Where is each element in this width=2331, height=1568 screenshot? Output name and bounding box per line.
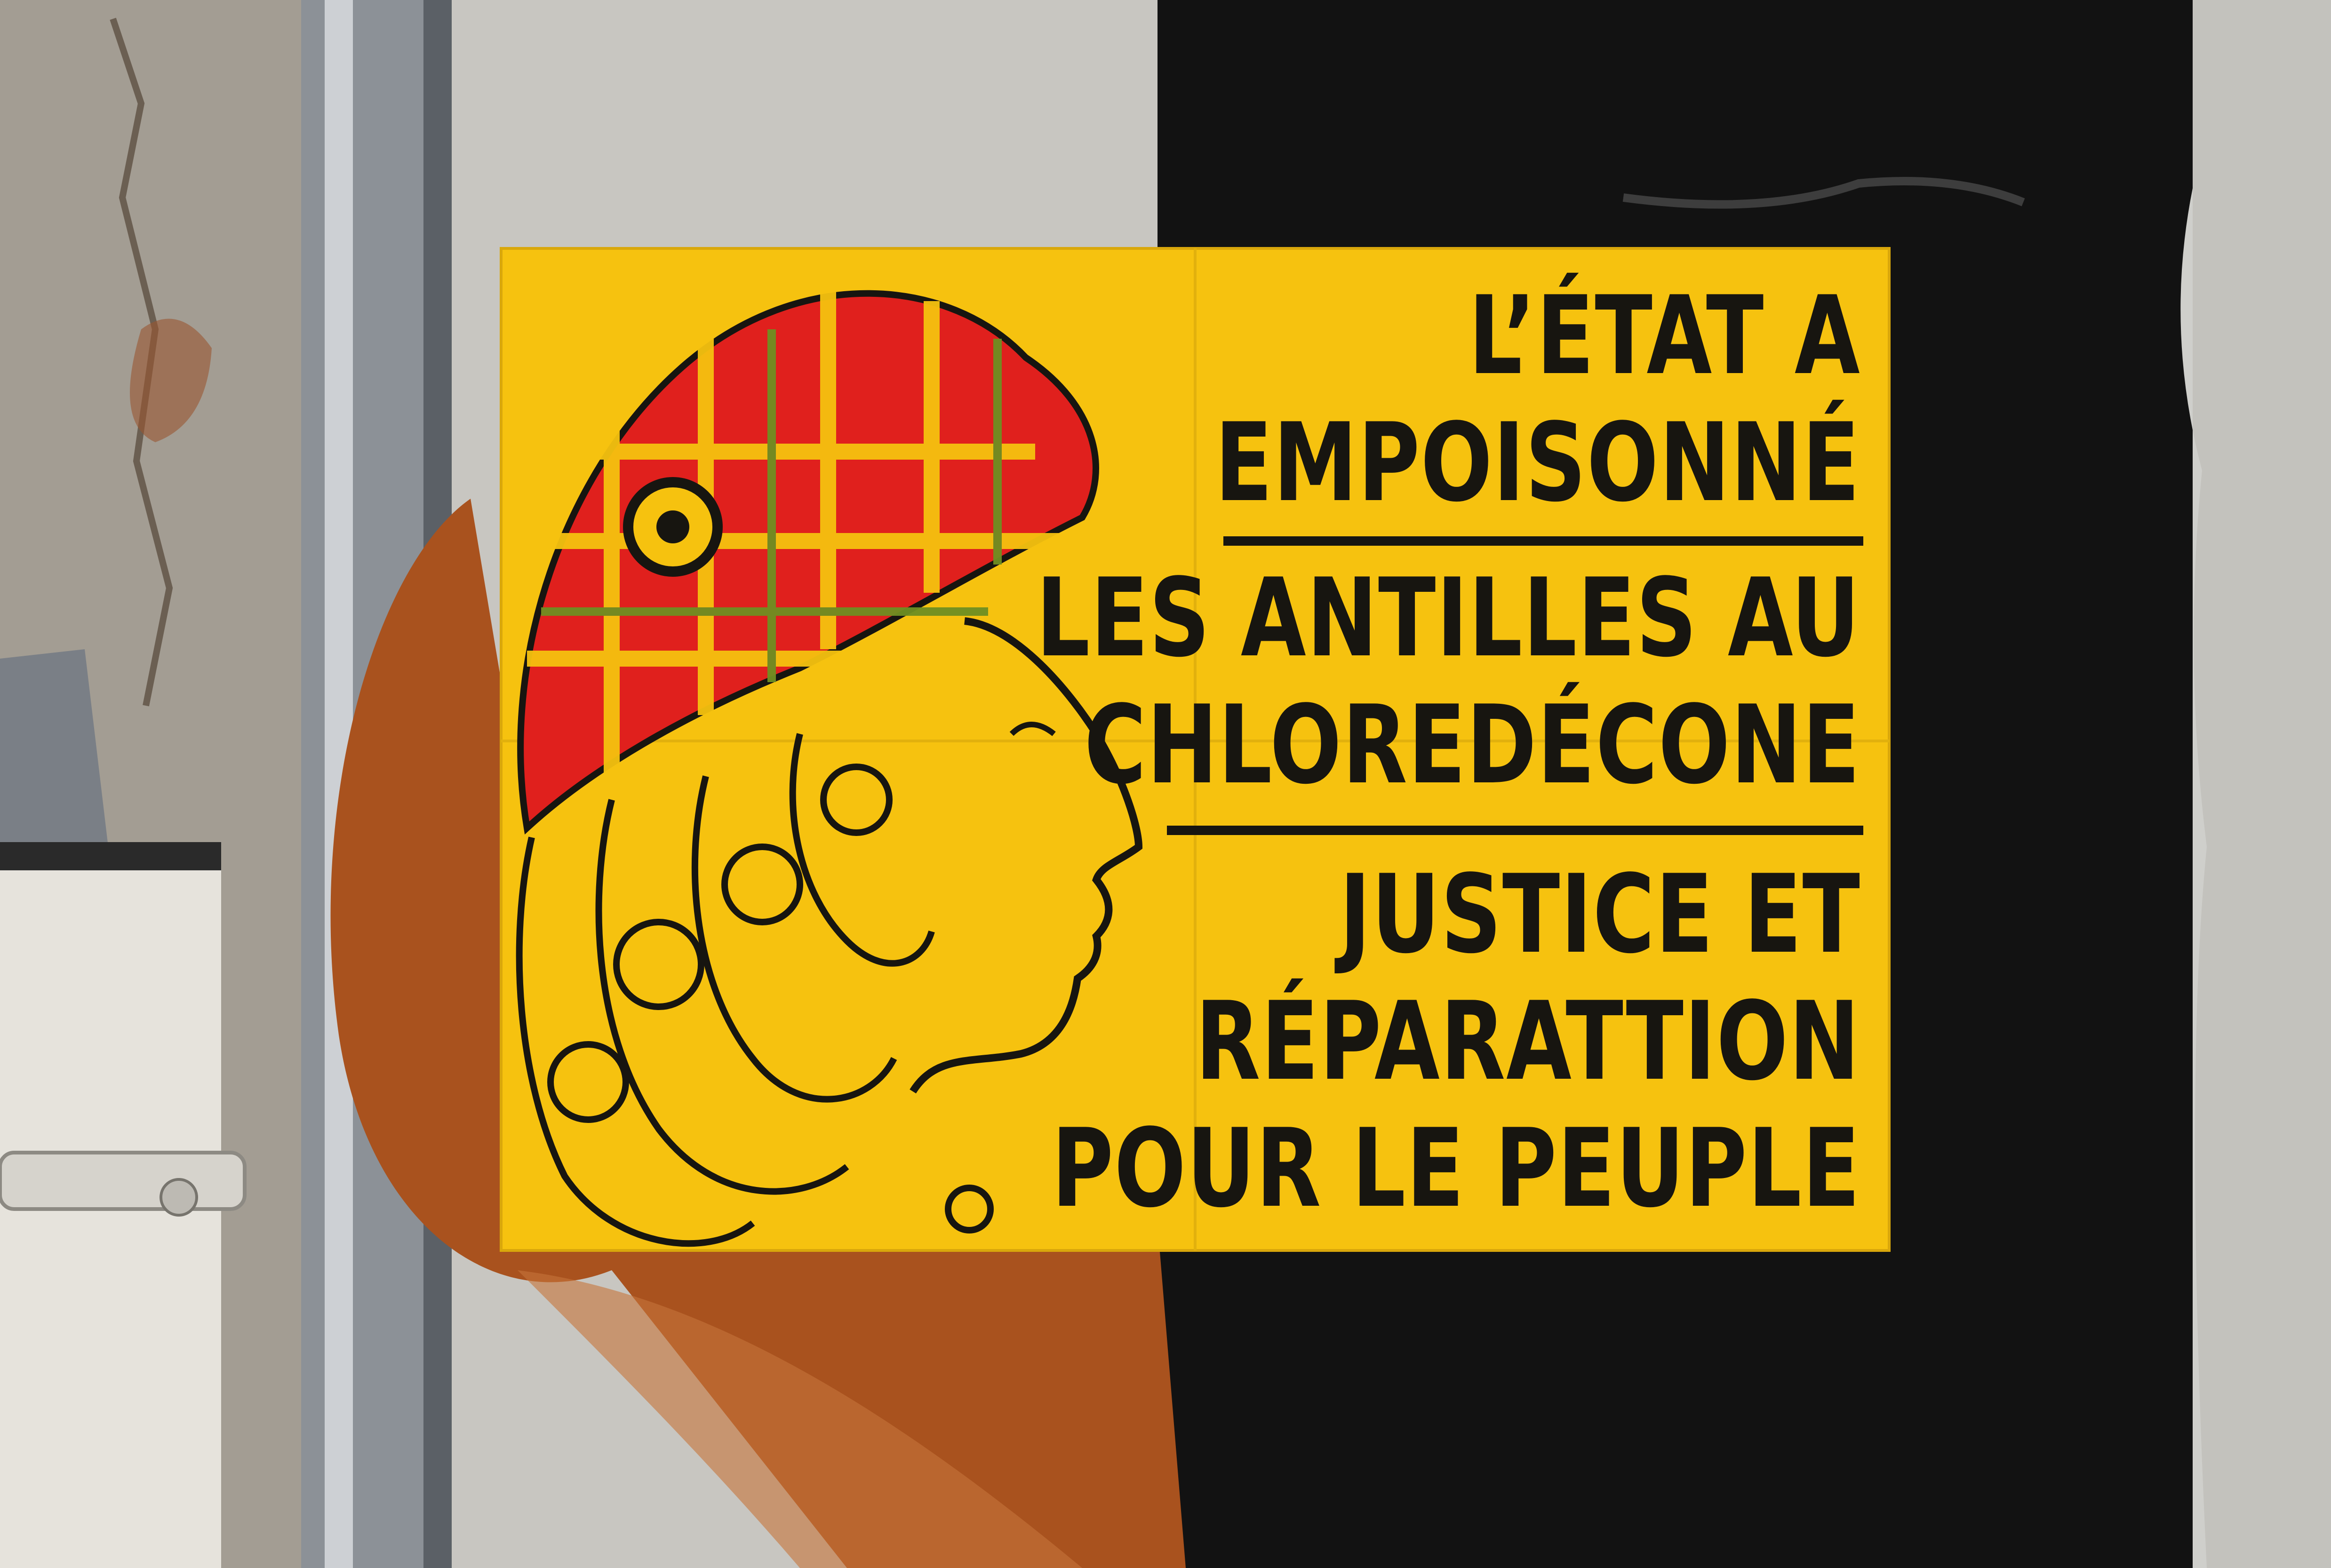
headline-line-3: LES ANTILLES AU [1036, 556, 1860, 681]
demand-line-1: JUSTICE ET [1339, 852, 1860, 978]
headline-line-4: CHLOREDÉCONE [1084, 683, 1860, 808]
demand-line-3: POUR LE PEUPLE [1051, 1106, 1860, 1232]
clamp-bolt [160, 1178, 198, 1217]
demand-line-2: RÉPARATTION [1195, 979, 1860, 1105]
right-wall-section [2193, 0, 2331, 1568]
headwrap-knot-center [656, 510, 689, 543]
subheading-divider [1167, 826, 1863, 835]
headline-line-1: L’ÉTAT A [1468, 273, 1860, 399]
headline-line-2: EMPOISONNÉ [1215, 400, 1860, 526]
headline-divider [1223, 536, 1863, 546]
white-pipe-rim [0, 842, 221, 870]
pipe-clamp [0, 1151, 247, 1211]
